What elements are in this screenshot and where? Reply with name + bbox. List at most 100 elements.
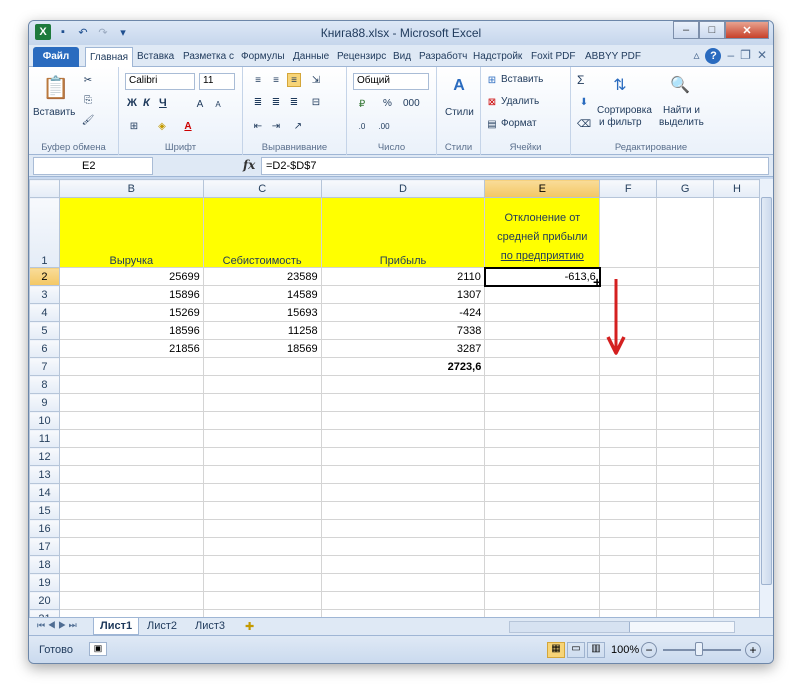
- cell-d4[interactable]: -424: [320, 303, 486, 322]
- fill-handle-cursor-icon[interactable]: +: [593, 274, 601, 290]
- empty-cell[interactable]: [202, 483, 322, 502]
- empty-cell[interactable]: [320, 375, 486, 394]
- cell-d5[interactable]: 7338: [320, 321, 486, 340]
- sort-filter-label2[interactable]: и фильтр: [599, 117, 642, 128]
- empty-cell[interactable]: [58, 447, 204, 466]
- empty-cell[interactable]: [58, 501, 204, 520]
- empty-cell[interactable]: [320, 501, 486, 520]
- empty-cell[interactable]: [202, 429, 322, 448]
- row-header[interactable]: 9: [29, 393, 60, 412]
- cell-f1[interactable]: [599, 197, 658, 268]
- empty-cell[interactable]: [599, 519, 658, 538]
- cell-c6[interactable]: 18569: [202, 339, 322, 358]
- empty-cell[interactable]: [202, 519, 322, 538]
- bold-button[interactable]: Ж: [127, 97, 137, 109]
- normal-view-icon[interactable]: ▦: [547, 642, 565, 658]
- empty-cell[interactable]: [58, 573, 204, 592]
- row-header[interactable]: 6: [29, 339, 60, 358]
- insert-cells-icon[interactable]: ⊞: [485, 73, 499, 87]
- paste-label[interactable]: Вставить: [33, 107, 75, 118]
- cell-g4[interactable]: [656, 303, 715, 322]
- zoom-slider-thumb[interactable]: [695, 642, 703, 656]
- empty-cell[interactable]: [320, 483, 486, 502]
- empty-cell[interactable]: [599, 429, 658, 448]
- empty-cell[interactable]: [58, 591, 204, 610]
- thousands-button[interactable]: 000: [403, 98, 420, 109]
- row-header[interactable]: 7: [29, 357, 60, 376]
- underline-button[interactable]: Ч: [159, 97, 167, 109]
- decrease-decimal-icon[interactable]: .00: [377, 119, 391, 133]
- empty-cell[interactable]: [58, 465, 204, 484]
- currency-icon[interactable]: ₽: [355, 97, 369, 111]
- empty-cell[interactable]: [202, 555, 322, 574]
- cell-c2[interactable]: 23589: [202, 267, 322, 286]
- row-header[interactable]: 20: [29, 591, 60, 610]
- macro-record-icon[interactable]: ▣: [89, 642, 107, 656]
- maximize-button[interactable]: □: [699, 21, 725, 39]
- cell-h7[interactable]: [713, 357, 761, 376]
- sheet-tab-3[interactable]: Лист3: [189, 618, 231, 635]
- cell-b2[interactable]: 25699: [58, 267, 204, 286]
- name-box[interactable]: E2: [33, 157, 153, 175]
- borders-icon[interactable]: ⊞: [127, 119, 141, 133]
- copy-icon[interactable]: ⎘: [81, 93, 95, 107]
- increase-font-icon[interactable]: A: [193, 97, 207, 111]
- empty-cell[interactable]: [484, 519, 601, 538]
- empty-cell[interactable]: [656, 609, 715, 617]
- empty-cell[interactable]: [484, 375, 601, 394]
- cell-c7[interactable]: [202, 357, 322, 376]
- row-header[interactable]: 10: [29, 411, 60, 430]
- align-middle-icon[interactable]: ≡: [269, 73, 283, 87]
- empty-cell[interactable]: [58, 411, 204, 430]
- cell-b3[interactable]: 15896: [58, 285, 204, 304]
- fill-color-icon[interactable]: ◈: [155, 119, 169, 133]
- row-header[interactable]: 16: [29, 519, 60, 538]
- col-header-g[interactable]: G: [656, 179, 715, 198]
- cell-c1[interactable]: Себистоимость: [202, 197, 322, 268]
- sort-filter-label[interactable]: Сортировка: [597, 105, 652, 116]
- horizontal-scroll-thumb[interactable]: [510, 622, 630, 632]
- empty-cell[interactable]: [58, 519, 204, 538]
- cut-icon[interactable]: ✂: [81, 73, 95, 87]
- empty-cell[interactable]: [656, 501, 715, 520]
- font-size-select[interactable]: 11: [199, 73, 235, 90]
- empty-cell[interactable]: [58, 537, 204, 556]
- help-icon[interactable]: ?: [705, 48, 722, 64]
- empty-cell[interactable]: [656, 447, 715, 466]
- tab-insert[interactable]: Вставка: [133, 47, 178, 67]
- empty-cell[interactable]: [656, 429, 715, 448]
- empty-cell[interactable]: [320, 609, 486, 617]
- empty-cell[interactable]: [58, 375, 204, 394]
- tab-page-layout[interactable]: Разметка с: [179, 47, 238, 67]
- empty-cell[interactable]: [713, 591, 761, 610]
- cell-g7[interactable]: [656, 357, 715, 376]
- page-layout-view-icon[interactable]: ▭: [567, 642, 585, 658]
- row-header[interactable]: 8: [29, 375, 60, 394]
- empty-cell[interactable]: [320, 555, 486, 574]
- window-close-icon[interactable]: ✕: [757, 48, 767, 64]
- cell-c5[interactable]: 11258: [202, 321, 322, 340]
- empty-cell[interactable]: [599, 591, 658, 610]
- cell-h5[interactable]: [713, 321, 761, 340]
- format-cells-icon[interactable]: ▤: [485, 117, 499, 131]
- empty-cell[interactable]: [320, 537, 486, 556]
- clear-icon[interactable]: ⌫: [577, 117, 591, 131]
- row-header[interactable]: 15: [29, 501, 60, 520]
- empty-cell[interactable]: [656, 411, 715, 430]
- cell-f7[interactable]: [599, 357, 658, 376]
- empty-cell[interactable]: [320, 465, 486, 484]
- empty-cell[interactable]: [599, 411, 658, 430]
- empty-cell[interactable]: [713, 411, 761, 430]
- insert-cells-button[interactable]: Вставить: [501, 74, 543, 85]
- number-format-select[interactable]: Общий: [353, 73, 429, 90]
- empty-cell[interactable]: [202, 393, 322, 412]
- empty-cell[interactable]: [484, 429, 601, 448]
- cell-h4[interactable]: [713, 303, 761, 322]
- empty-cell[interactable]: [713, 537, 761, 556]
- cell-g1[interactable]: [656, 197, 715, 268]
- empty-cell[interactable]: [320, 447, 486, 466]
- empty-cell[interactable]: [58, 609, 204, 617]
- align-top-icon[interactable]: ≡: [251, 73, 265, 87]
- tab-developer[interactable]: Разработч: [415, 47, 471, 67]
- new-sheet-icon[interactable]: ✚: [239, 618, 260, 635]
